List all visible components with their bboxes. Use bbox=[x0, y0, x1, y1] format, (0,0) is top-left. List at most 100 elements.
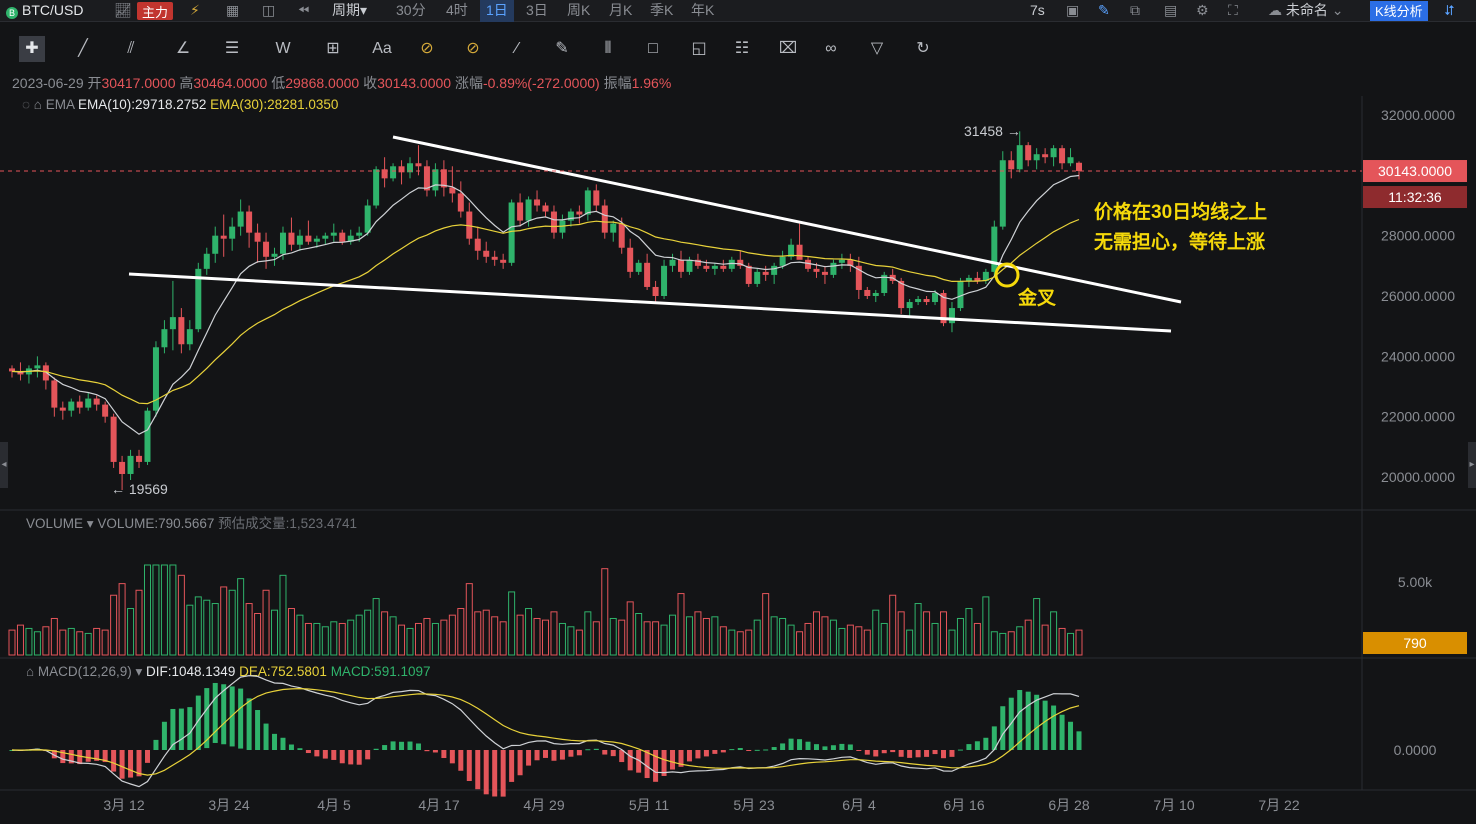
candle-body bbox=[762, 271, 769, 275]
volume-bar bbox=[796, 631, 804, 656]
volume-bar bbox=[42, 626, 50, 656]
macd-histogram-bar bbox=[475, 750, 481, 790]
volume-bar bbox=[702, 617, 710, 656]
macd-histogram-bar bbox=[331, 750, 337, 760]
volume-bar bbox=[347, 619, 355, 656]
candle-body bbox=[474, 238, 481, 251]
macd-histogram-bar bbox=[255, 710, 261, 750]
time-tick-label: 5月 11 bbox=[629, 797, 669, 813]
macd-histogram-bar bbox=[432, 750, 438, 753]
candle-body bbox=[127, 455, 134, 474]
candle-body bbox=[720, 265, 727, 269]
macd-histogram-bar bbox=[974, 741, 980, 750]
volume-bar bbox=[1033, 598, 1041, 656]
candle-body bbox=[373, 169, 380, 206]
volume-bar bbox=[643, 621, 651, 656]
macd-histogram-bar bbox=[390, 741, 396, 750]
volume-bar bbox=[804, 622, 812, 656]
volume-bar bbox=[304, 622, 312, 656]
macd-histogram-bar bbox=[763, 749, 769, 751]
macd-histogram-bar bbox=[712, 750, 718, 754]
macd-histogram-bar bbox=[610, 750, 616, 757]
time-tick-label: 6月 16 bbox=[943, 797, 984, 813]
volume-bar bbox=[762, 593, 770, 656]
time-tick-label: 3月 12 bbox=[103, 797, 144, 813]
volume-bar bbox=[609, 617, 617, 656]
candle-body bbox=[339, 232, 346, 242]
volume-bar bbox=[940, 611, 948, 656]
volume-bar bbox=[584, 611, 592, 656]
candle-body bbox=[457, 193, 464, 212]
volume-bar bbox=[982, 596, 990, 656]
macd-histogram-bar bbox=[703, 750, 709, 757]
macd-histogram-bar bbox=[1042, 700, 1048, 750]
macd-histogram-bar bbox=[449, 750, 455, 764]
macd-histogram-bar bbox=[492, 750, 498, 797]
macd-histogram-bar bbox=[441, 750, 447, 759]
candle-body bbox=[627, 247, 634, 272]
macd-histogram-bar bbox=[399, 741, 405, 750]
volume-bar bbox=[220, 586, 228, 656]
time-tick-label: 3月 24 bbox=[208, 797, 249, 813]
macd-histogram-bar bbox=[466, 750, 472, 782]
candle-body bbox=[728, 259, 735, 269]
volume-bar bbox=[279, 574, 287, 656]
macd-histogram-bar bbox=[483, 750, 489, 795]
volume-bar bbox=[575, 629, 583, 656]
macd-histogram-bar bbox=[881, 750, 887, 754]
candle-body bbox=[838, 259, 845, 263]
candle-body bbox=[830, 262, 837, 275]
volume-bar bbox=[372, 598, 380, 656]
macd-histogram-bar bbox=[890, 750, 896, 753]
macd-histogram-bar bbox=[1068, 721, 1074, 750]
macd-histogram-bar bbox=[966, 744, 972, 750]
macd-histogram-bar bbox=[737, 748, 743, 750]
candle-body bbox=[432, 169, 439, 191]
volume-bar bbox=[745, 629, 753, 656]
macd-histogram-bar bbox=[178, 708, 184, 750]
volume-bar bbox=[719, 626, 727, 656]
candle-body bbox=[635, 262, 642, 272]
candle-body bbox=[330, 232, 337, 236]
price-tick-label: 32000.0000 bbox=[1381, 107, 1455, 123]
volume-bar bbox=[677, 593, 685, 656]
candle-body bbox=[500, 259, 507, 263]
comment-line-2: 无需担心，等待上涨 bbox=[1094, 230, 1265, 253]
candle-body bbox=[745, 265, 752, 284]
high-marker: 31458 → bbox=[964, 123, 1021, 139]
volume-bar bbox=[440, 619, 448, 656]
macd-histogram-bar bbox=[593, 748, 599, 750]
volume-bar bbox=[838, 627, 846, 656]
macd-histogram-bar bbox=[576, 750, 582, 756]
macd-histogram-bar bbox=[373, 748, 379, 750]
volume-bar bbox=[525, 608, 533, 656]
volume-bar bbox=[491, 616, 499, 656]
macd-histogram-bar bbox=[500, 750, 506, 797]
last-price-tag: 30143.0000 bbox=[1378, 163, 1452, 179]
macd-histogram-bar bbox=[517, 750, 523, 776]
candle-body bbox=[322, 235, 329, 239]
candle-body bbox=[178, 317, 185, 345]
candlestick-chart[interactable]: 32000.0000 28000.0000 26000.0000 24000.0000… bbox=[0, 0, 1476, 824]
macd-histogram-bar bbox=[424, 750, 430, 752]
candle-body bbox=[1059, 148, 1066, 164]
candle-body bbox=[779, 256, 786, 266]
macd-histogram-bar bbox=[670, 750, 676, 770]
volume-bar bbox=[448, 614, 456, 656]
volume-bar bbox=[245, 603, 253, 656]
candle-body bbox=[686, 259, 693, 272]
volume-bar bbox=[821, 616, 829, 656]
candle-body bbox=[669, 259, 676, 266]
time-tick-label: 7月 10 bbox=[1153, 797, 1194, 813]
candle-body bbox=[754, 271, 761, 284]
volume-bar bbox=[186, 604, 194, 656]
volume-bar bbox=[364, 609, 372, 656]
macd-histogram-bar bbox=[983, 737, 989, 750]
macd-histogram-bar bbox=[780, 743, 786, 750]
macd-histogram-bar bbox=[695, 750, 701, 759]
candle-body bbox=[85, 398, 92, 408]
volume-bar bbox=[237, 578, 245, 656]
volume-bar bbox=[906, 629, 914, 656]
volume-bar bbox=[1067, 632, 1075, 656]
macd-histogram-bar bbox=[720, 750, 726, 753]
